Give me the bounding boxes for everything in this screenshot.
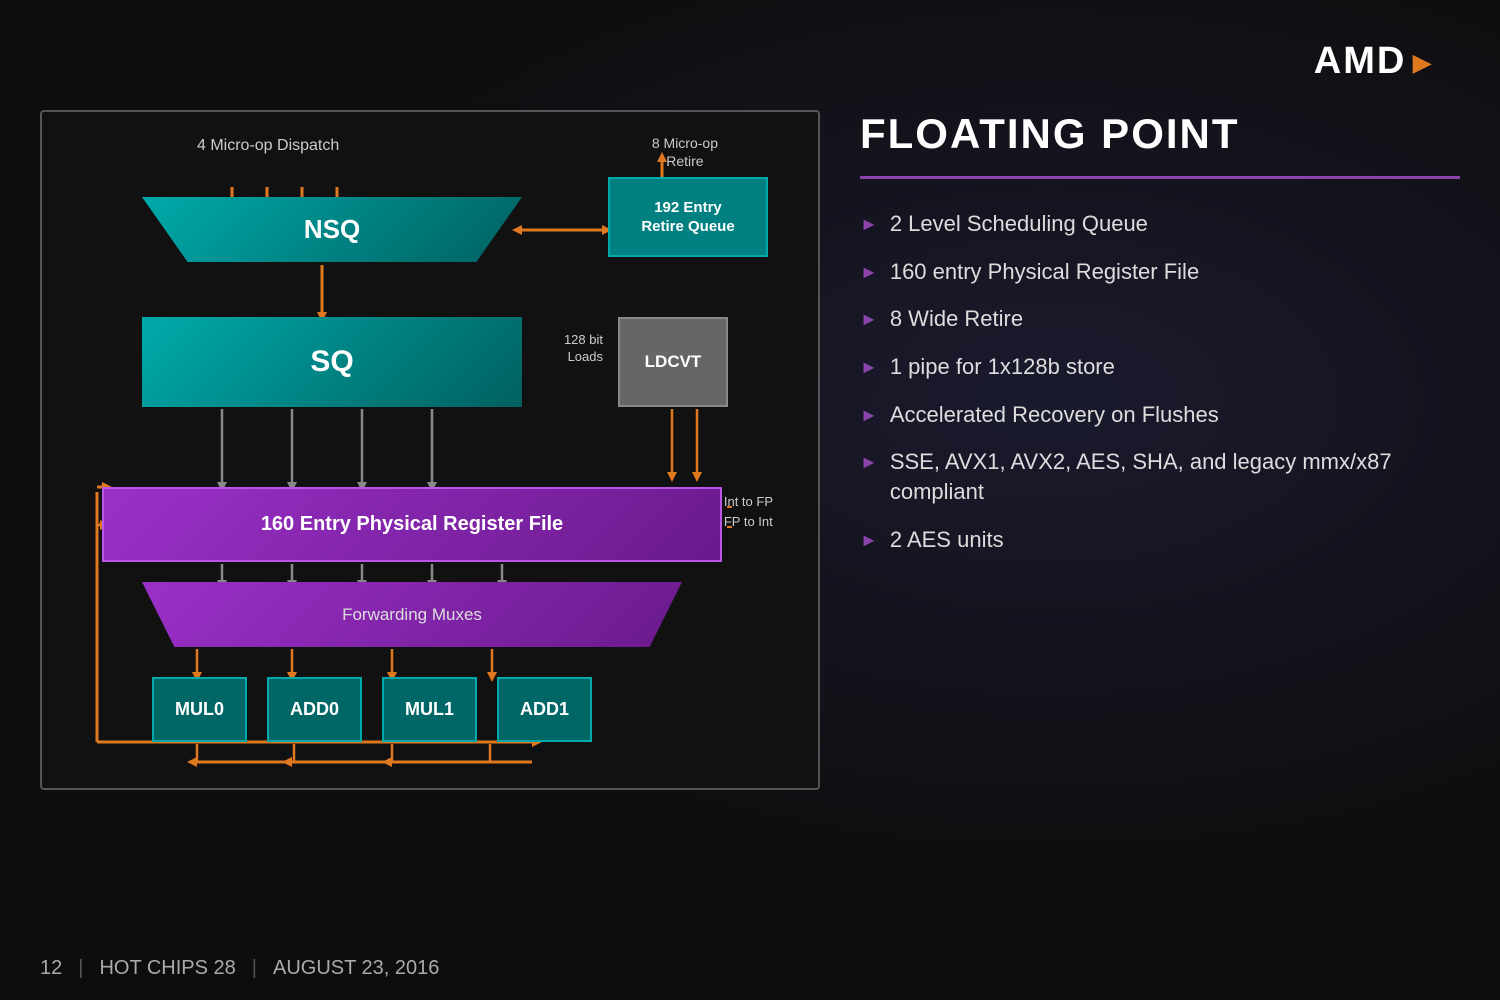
section-title: FLOATING POINT — [860, 110, 1460, 158]
bullet-item-5: ► Accelerated Recovery on Flushes — [860, 400, 1460, 430]
nsq-label: NSQ — [304, 214, 360, 245]
amd-text: AMD — [1314, 40, 1407, 82]
bullet-text-4: 1 pipe for 1x128b store — [890, 352, 1115, 382]
bullet-arrow-1: ► — [860, 212, 878, 236]
content-panel: FLOATING POINT ► 2 Level Scheduling Queu… — [860, 110, 1460, 573]
bullet-item-1: ► 2 Level Scheduling Queue — [860, 209, 1460, 239]
bullet-item-4: ► 1 pipe for 1x128b store — [860, 352, 1460, 382]
prf-label: 160 Entry Physical Register File — [261, 513, 563, 536]
nsq-block: NSQ — [142, 197, 522, 262]
bullet-text-1: 2 Level Scheduling Queue — [890, 209, 1148, 239]
bullet-text-3: 8 Wide Retire — [890, 304, 1023, 334]
bullet-text-7: 2 AES units — [890, 525, 1004, 555]
bullet-list: ► 2 Level Scheduling Queue ► 160 entry P… — [860, 209, 1460, 555]
event-date: AUGUST 23, 2016 — [273, 957, 439, 980]
page-number: 12 — [40, 957, 62, 980]
footer-sep-2: | — [252, 957, 257, 980]
section-divider — [860, 176, 1460, 179]
retire-queue-block: 192 EntryRetire Queue — [608, 177, 768, 257]
bullet-arrow-4: ► — [860, 355, 878, 379]
bullet-arrow-3: ► — [860, 307, 878, 331]
fp-int-label: Int to FPFP to Int — [724, 492, 773, 531]
footer: 12 | HOT CHIPS 28 | AUGUST 23, 2016 — [40, 957, 439, 980]
bullet-arrow-2: ► — [860, 260, 878, 284]
ldcvt-label: LDCVT — [645, 352, 702, 372]
exec-unit-add0: ADD0 — [267, 677, 362, 742]
bullet-arrow-6: ► — [860, 450, 878, 474]
footer-sep-1: | — [78, 957, 83, 980]
diagram-panel: 4 Micro-op Dispatch 8 Micro-opRetire NSQ… — [40, 110, 820, 790]
bullet-item-2: ► 160 entry Physical Register File — [860, 257, 1460, 287]
prf-block: 160 Entry Physical Register File — [102, 487, 722, 562]
dispatch-label: 4 Micro-op Dispatch — [197, 137, 339, 155]
bullet-item-7: ► 2 AES units — [860, 525, 1460, 555]
retire-label: 8 Micro-opRetire — [652, 134, 718, 170]
conference-name: HOT CHIPS 28 — [99, 957, 235, 980]
loads-label: 128 bitLoads — [564, 332, 603, 366]
exec-units-container: MUL0 ADD0 MUL1 ADD1 — [152, 677, 592, 742]
fwd-label: Forwarding Muxes — [342, 605, 482, 625]
amd-logo: AMD► — [1314, 40, 1440, 83]
bullet-item-3: ► 8 Wide Retire — [860, 304, 1460, 334]
bullet-arrow-7: ► — [860, 528, 878, 552]
bullet-text-5: Accelerated Recovery on Flushes — [890, 400, 1219, 430]
exec-unit-mul1: MUL1 — [382, 677, 477, 742]
ldcvt-block: LDCVT — [618, 317, 728, 407]
exec-unit-add1: ADD1 — [497, 677, 592, 742]
sq-block: SQ — [142, 317, 522, 407]
fwd-block: Forwarding Muxes — [142, 582, 682, 647]
exec-unit-mul0: MUL0 — [152, 677, 247, 742]
bullet-text-2: 160 entry Physical Register File — [890, 257, 1199, 287]
bullet-arrow-5: ► — [860, 403, 878, 427]
sq-label: SQ — [310, 345, 353, 379]
bullet-text-6: SSE, AVX1, AVX2, AES, SHA, and legacy mm… — [890, 447, 1460, 506]
retire-queue-label: 192 EntryRetire Queue — [641, 198, 734, 237]
bullet-item-6: ► SSE, AVX1, AVX2, AES, SHA, and legacy … — [860, 447, 1460, 506]
